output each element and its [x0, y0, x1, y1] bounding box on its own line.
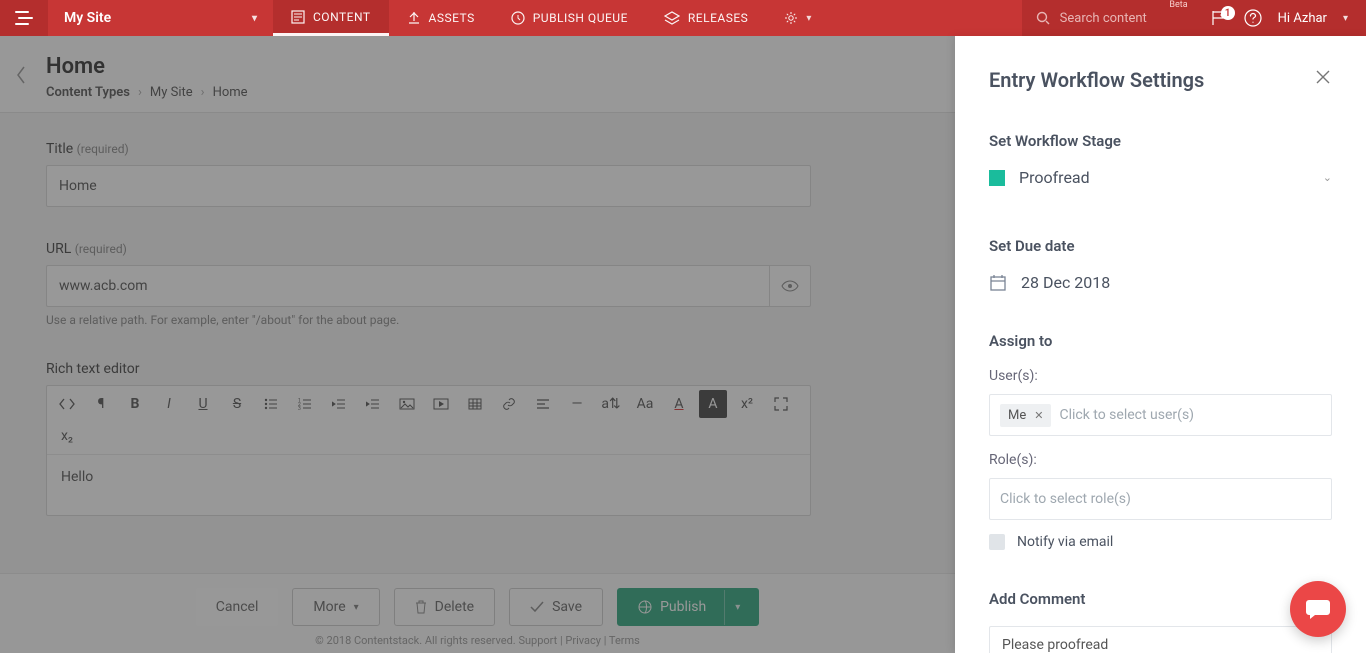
notify-label: Notify via email: [1017, 534, 1113, 550]
search-icon: [1036, 11, 1050, 25]
notif-count: 1: [1221, 6, 1235, 20]
due-date-picker[interactable]: 28 Dec 2018: [989, 273, 1332, 292]
search-bar[interactable]: Beta Search content: [1022, 0, 1192, 36]
stage-selector[interactable]: Proofread ⌄: [989, 168, 1332, 197]
chevron-down-icon: ⌄: [1323, 171, 1332, 184]
nav-releases[interactable]: RELEASES: [646, 0, 766, 36]
comment-input[interactable]: [989, 626, 1332, 653]
chevron-down-icon: ▾: [806, 13, 812, 24]
chevron-down-icon: ▾: [252, 13, 257, 24]
search-placeholder: Search content: [1060, 11, 1147, 26]
chat-icon: [1305, 597, 1331, 621]
checkbox-icon[interactable]: [989, 534, 1005, 550]
modal-overlay[interactable]: [0, 36, 955, 653]
nav-settings[interactable]: ▾: [766, 0, 830, 36]
stage-heading: Set Workflow Stage: [989, 132, 1332, 150]
users-input[interactable]: Me ✕: [989, 394, 1332, 436]
due-heading: Set Due date: [989, 237, 1332, 255]
assign-heading: Assign to: [989, 332, 1332, 350]
comment-heading: Add Comment: [989, 590, 1332, 608]
users-textfield[interactable]: [1059, 407, 1321, 423]
panel-title: Entry Workflow Settings: [989, 68, 1332, 92]
chevron-down-icon: ▾: [1343, 13, 1348, 24]
close-button[interactable]: [1314, 68, 1332, 86]
nav-content[interactable]: CONTENT: [273, 0, 389, 36]
roles-input[interactable]: [989, 478, 1332, 520]
site-selector[interactable]: My Site ▾: [48, 0, 273, 36]
workflow-settings-panel: Entry Workflow Settings Set Workflow Sta…: [955, 36, 1366, 653]
topbar: My Site ▾ CONTENT ASSETS PUBLISH QUEUE R…: [0, 0, 1366, 36]
users-label: User(s):: [989, 368, 1332, 384]
logo[interactable]: [0, 0, 48, 36]
stage-value: Proofread: [1019, 168, 1090, 187]
notify-checkbox-row[interactable]: Notify via email: [989, 534, 1332, 550]
user-greeting[interactable]: Hi Azhar: [1278, 11, 1327, 26]
beta-tag: Beta: [1169, 0, 1187, 10]
help-icon[interactable]: [1244, 9, 1262, 27]
calendar-icon: [989, 274, 1007, 292]
nav-publish-queue[interactable]: PUBLISH QUEUE: [493, 0, 646, 36]
roles-label: Role(s):: [989, 452, 1332, 468]
site-label: My Site: [64, 10, 111, 26]
roles-textfield[interactable]: [1000, 491, 1321, 507]
notifications[interactable]: 1: [1210, 9, 1228, 27]
user-chip: Me ✕: [1000, 404, 1051, 427]
nav-assets[interactable]: ASSETS: [389, 0, 493, 36]
chat-launcher[interactable]: [1290, 581, 1346, 637]
remove-chip-icon[interactable]: ✕: [1034, 409, 1043, 422]
stage-color-swatch: [989, 170, 1005, 186]
topbar-right: 1 Hi Azhar ▾: [1192, 0, 1366, 36]
close-icon: [1314, 68, 1332, 86]
due-value: 28 Dec 2018: [1021, 273, 1110, 292]
